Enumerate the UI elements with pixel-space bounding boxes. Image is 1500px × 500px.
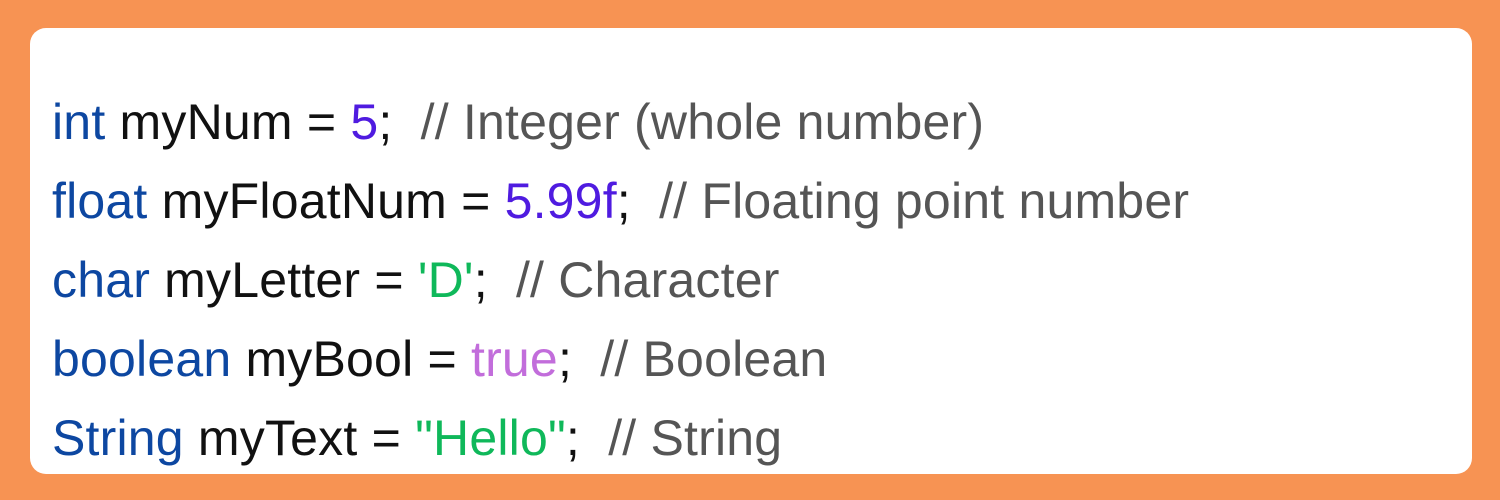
code-comment: // Floating point number	[659, 173, 1190, 229]
code-comment: // String	[608, 410, 783, 466]
number-literal: 5.99f	[504, 173, 617, 229]
variable-name: myBool	[245, 331, 414, 387]
code-comment: // Boolean	[600, 331, 828, 387]
code-line-boolean: boolean myBool = true; // Boolean	[52, 320, 1472, 399]
type-keyword: int	[52, 94, 106, 150]
semicolon: ;	[565, 410, 581, 466]
semicolon: ;	[557, 331, 573, 387]
code-comment: // Character	[515, 252, 780, 308]
boolean-literal: true	[470, 331, 558, 387]
semicolon: ;	[473, 252, 488, 308]
variable-name: myLetter	[164, 252, 361, 308]
string-literal: "Hello"	[415, 410, 566, 466]
assignment-operator: =	[427, 331, 457, 387]
assignment-operator: =	[306, 94, 337, 150]
code-line-char: char myLetter = 'D'; // Character	[52, 241, 1472, 320]
number-literal: 5	[350, 94, 379, 150]
type-keyword: boolean	[52, 331, 232, 387]
type-keyword: String	[52, 410, 184, 466]
code-line-float: float myFloatNum = 5.99f; // Floating po…	[52, 162, 1472, 241]
char-literal: 'D'	[417, 252, 474, 308]
type-keyword: char	[52, 252, 151, 308]
type-keyword: float	[52, 173, 148, 229]
code-line-string: String myText = "Hello"; // String	[52, 399, 1472, 478]
variable-name: myFloatNum	[161, 173, 447, 229]
code-line-int: int myNum = 5; // Integer (whole number)	[52, 83, 1472, 162]
code-snippet-card: int myNum = 5; // Integer (whole number)…	[30, 28, 1472, 474]
variable-name: myNum	[119, 94, 293, 150]
assignment-operator: =	[461, 173, 491, 229]
code-comment: // Integer (whole number)	[420, 94, 985, 150]
variable-name: myText	[197, 410, 358, 466]
assignment-operator: =	[371, 410, 401, 466]
assignment-operator: =	[374, 252, 404, 308]
semicolon: ;	[378, 94, 393, 150]
semicolon: ;	[616, 173, 631, 229]
